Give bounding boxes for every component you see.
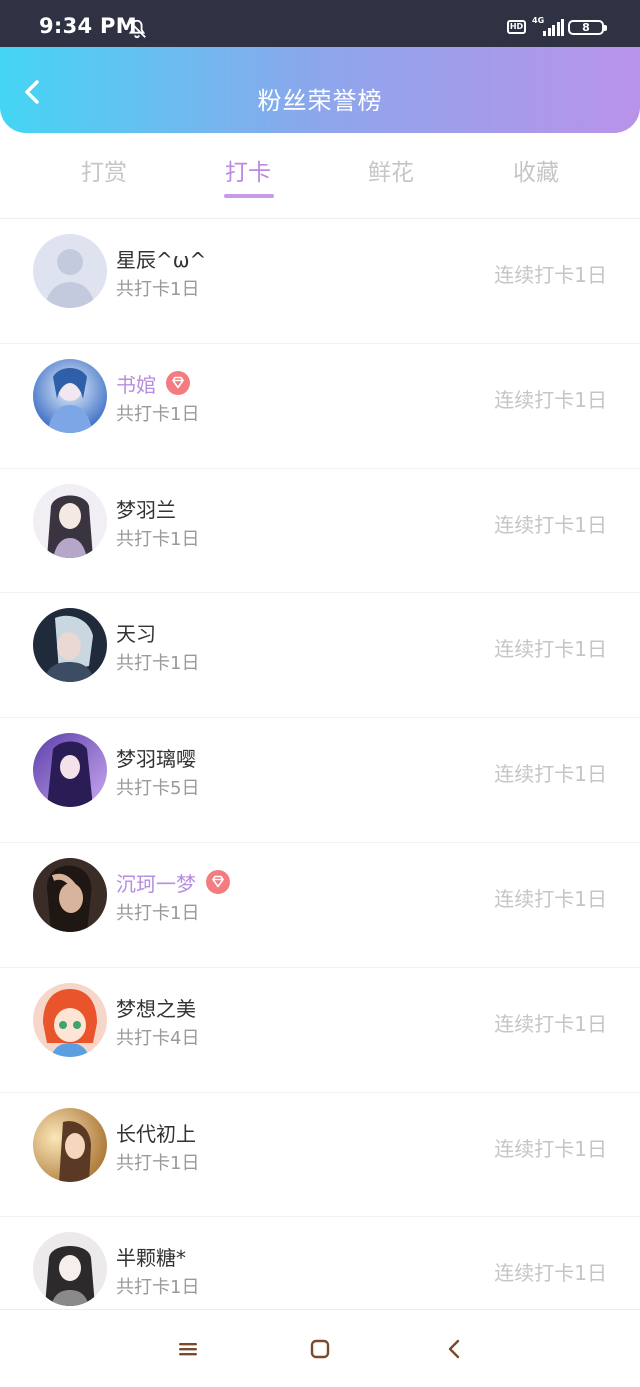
- total-checkin-days: 共打卡1日: [116, 528, 200, 550]
- name-line: 星辰^ω^: [116, 244, 206, 273]
- total-checkin-days: 共打卡1日: [116, 653, 200, 675]
- name-line: 半颗糖*: [116, 1242, 186, 1271]
- avatar[interactable]: [33, 483, 107, 558]
- user-name: 天习: [116, 622, 156, 647]
- user-name: 梦想之美: [116, 996, 196, 1021]
- checkin-streak: 连续打卡1日: [494, 637, 607, 662]
- name-line: 梦羽璃嘤: [116, 743, 196, 772]
- name-line: 梦想之美: [116, 993, 196, 1022]
- battery-icon: 8: [568, 19, 607, 35]
- checkin-streak: 连续打卡1日: [494, 1261, 607, 1286]
- vip-diamond-icon: [166, 371, 190, 396]
- user-name: 半颗糖*: [116, 1246, 186, 1271]
- fan-row[interactable]: 梦羽璃嘤共打卡5日 连续打卡1日: [0, 717, 640, 842]
- fan-row[interactable]: 梦想之美共打卡4日 连续打卡1日: [0, 966, 640, 1092]
- name-line: 梦羽兰: [116, 494, 176, 523]
- total-checkin-days: 共打卡1日: [116, 1277, 200, 1299]
- header: 粉丝荣誉榜: [0, 47, 640, 133]
- fan-row[interactable]: 天习共打卡1日 连续打卡1日: [0, 592, 640, 717]
- tab-favorites[interactable]: 收藏: [486, 153, 586, 187]
- checkin-streak: 连续打卡1日: [494, 512, 607, 537]
- total-checkin-days: 共打卡4日: [116, 1027, 200, 1049]
- status-bar: 9:34 PM HD 4G 8: [0, 0, 640, 47]
- menu-icon[interactable]: [176, 1337, 200, 1361]
- user-name: 梦羽璃嘤: [116, 747, 196, 772]
- active-tab-indicator: [224, 194, 274, 198]
- fan-row[interactable]: 梦羽兰共打卡1日 连续打卡1日: [0, 467, 640, 593]
- avatar[interactable]: [33, 733, 107, 808]
- user-name: 沉珂一梦: [116, 871, 196, 896]
- total-checkin-days: 共打卡1日: [116, 279, 200, 300]
- total-checkin-days: 共打卡1日: [116, 902, 200, 924]
- total-checkin-days: 共打卡1日: [116, 403, 200, 425]
- name-line: 书婠: [116, 369, 191, 398]
- back-icon[interactable]: [443, 1337, 467, 1361]
- fan-list: 星辰^ω^ 共打卡1日 连续打卡1日 书婠 共打卡1日 连续打卡1日 梦羽兰 共打卡1日 连续打…: [0, 218, 640, 1341]
- page-title: 粉丝荣誉榜: [257, 87, 383, 115]
- user-name: 书婠: [116, 372, 156, 397]
- name-line: 沉珂一梦: [116, 868, 231, 897]
- avatar[interactable]: [33, 1232, 107, 1307]
- avatar[interactable]: [33, 982, 107, 1057]
- fan-row[interactable]: 星辰^ω^ 共打卡1日 连续打卡1日: [0, 218, 640, 343]
- total-checkin-days: 共打卡1日: [116, 1152, 200, 1174]
- status-time: 9:34 PM: [39, 14, 137, 38]
- checkin-streak: 连续打卡1日: [494, 263, 607, 287]
- user-name: 长代初上: [116, 1121, 196, 1146]
- tab-checkin[interactable]: 打卡: [198, 153, 298, 187]
- hd-icon: HD: [507, 20, 526, 34]
- mute-bell-icon: [128, 19, 146, 39]
- checkin-streak: 连续打卡1日: [494, 762, 607, 787]
- avatar[interactable]: [33, 234, 107, 308]
- checkin-streak: 连续打卡1日: [494, 1136, 607, 1161]
- total-checkin-days: 共打卡5日: [116, 778, 200, 800]
- user-name: 梦羽兰: [116, 497, 176, 522]
- name-line: 天习: [116, 618, 156, 647]
- checkin-streak: 连续打卡1日: [494, 886, 607, 911]
- avatar[interactable]: [33, 857, 107, 932]
- fan-row[interactable]: 沉珂一梦共打卡1日 连续打卡1日: [0, 841, 640, 967]
- avatar[interactable]: [33, 608, 107, 683]
- fan-row[interactable]: 长代初上共打卡1日 连续打卡1日: [0, 1091, 640, 1217]
- tab-reward[interactable]: 打赏: [54, 153, 154, 187]
- tab-bar: 打赏 打卡 鲜花 收藏: [0, 133, 640, 218]
- signal-icon: 4G: [532, 16, 564, 36]
- vip-diamond-icon: [206, 870, 230, 895]
- fan-row[interactable]: 书婠共打卡1日 连续打卡1日: [0, 342, 640, 468]
- home-icon[interactable]: [308, 1337, 332, 1361]
- user-name: 星辰^ω^: [116, 248, 207, 272]
- checkin-streak: 连续打卡1日: [494, 1011, 607, 1036]
- tab-flowers[interactable]: 鲜花: [341, 153, 441, 187]
- avatar[interactable]: [33, 358, 107, 433]
- avatar[interactable]: [33, 1107, 107, 1182]
- name-line: 长代初上: [116, 1118, 196, 1147]
- system-nav-bar: [0, 1309, 640, 1387]
- checkin-streak: 连续打卡1日: [494, 387, 607, 412]
